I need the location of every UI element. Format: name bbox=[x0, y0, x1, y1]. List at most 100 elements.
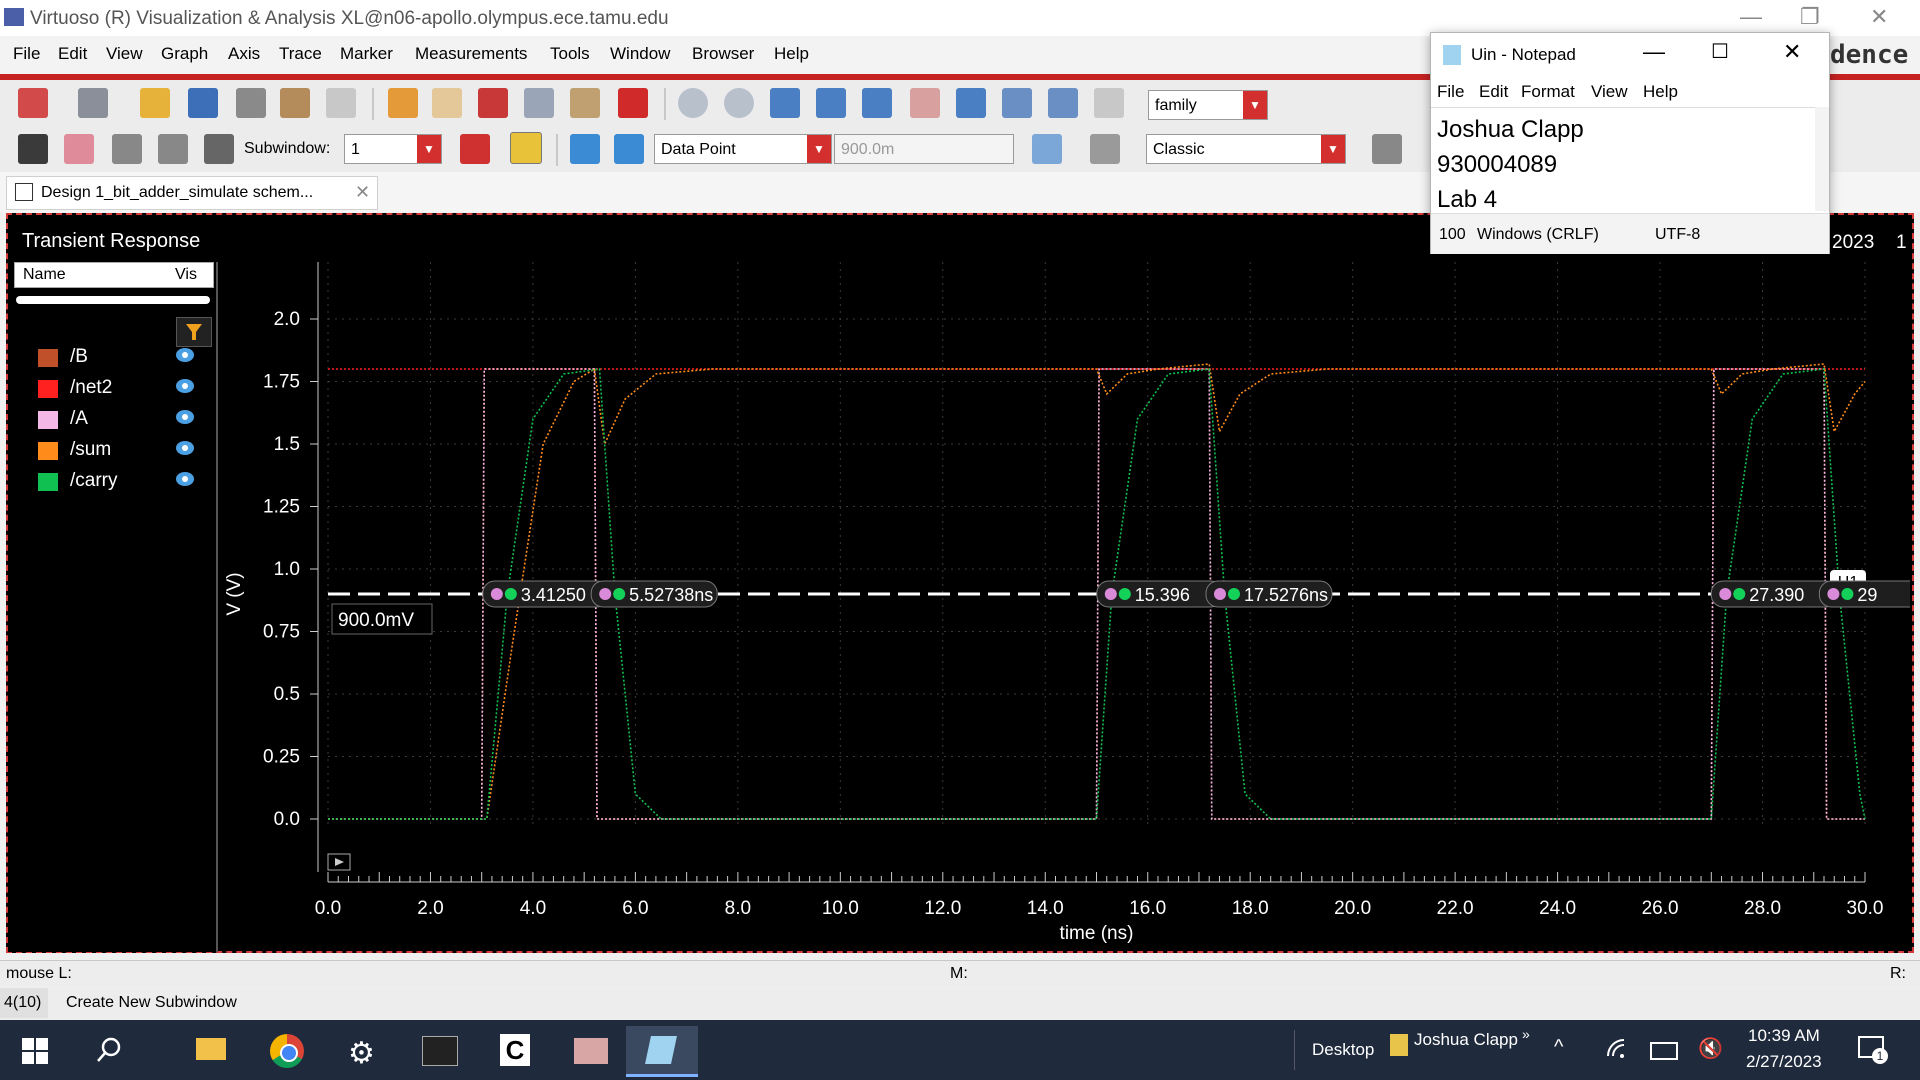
clock-date[interactable]: 2/27/2023 bbox=[1746, 1052, 1822, 1072]
menu-graph[interactable]: Graph bbox=[161, 44, 208, 64]
zoom-in-icon[interactable] bbox=[816, 88, 846, 118]
notepad-menu-view[interactable]: View bbox=[1591, 82, 1628, 102]
zoom-y-icon[interactable] bbox=[1048, 88, 1078, 118]
menu-axis[interactable]: Axis bbox=[228, 44, 260, 64]
redo-icon[interactable] bbox=[432, 88, 462, 118]
marker-value-field[interactable]: 900.0m bbox=[834, 134, 1014, 164]
marker-left-icon[interactable] bbox=[570, 134, 600, 164]
properties-icon[interactable] bbox=[1372, 134, 1402, 164]
chevron-down-icon[interactable]: ▼ bbox=[417, 135, 441, 163]
chevron-down-icon[interactable]: ▼ bbox=[1243, 91, 1267, 119]
menu-browser[interactable]: Browser bbox=[692, 44, 754, 64]
chevron-right-icon[interactable]: » bbox=[1522, 1026, 1530, 1042]
tab-design[interactable]: Design 1_bit_adder_simulate schem... ✕ bbox=[6, 176, 378, 210]
split-icon[interactable] bbox=[158, 134, 188, 164]
notepad-menu-file[interactable]: File bbox=[1437, 82, 1464, 102]
flag-icon[interactable] bbox=[460, 134, 490, 164]
menu-tools[interactable]: Tools bbox=[550, 44, 590, 64]
back-icon[interactable] bbox=[678, 88, 708, 118]
print-icon[interactable] bbox=[236, 88, 266, 118]
visibility-eye-icon[interactable] bbox=[176, 441, 194, 455]
minimize-icon[interactable]: — bbox=[1643, 39, 1665, 65]
stack-icon[interactable] bbox=[112, 134, 142, 164]
marker-right-icon[interactable] bbox=[614, 134, 644, 164]
window-menu-icon[interactable] bbox=[78, 88, 108, 118]
restore-icon[interactable]: ❐ bbox=[1800, 4, 1820, 30]
zoom-out-icon[interactable] bbox=[862, 88, 892, 118]
file-explorer-icon[interactable] bbox=[180, 1026, 240, 1074]
notepad-menu-edit[interactable]: Edit bbox=[1479, 82, 1508, 102]
new-window-icon[interactable] bbox=[18, 88, 48, 118]
notification-icon[interactable]: 1 bbox=[1858, 1036, 1888, 1064]
grid-icon[interactable] bbox=[204, 134, 234, 164]
zoom-icon[interactable] bbox=[770, 88, 800, 118]
notepad-menu-format[interactable]: Format bbox=[1521, 82, 1575, 102]
menu-view[interactable]: View bbox=[106, 44, 143, 64]
menu-window[interactable]: Window bbox=[610, 44, 670, 64]
clock-time[interactable]: 10:39 AM bbox=[1748, 1026, 1820, 1046]
visibility-eye-icon[interactable] bbox=[176, 348, 194, 362]
search-icon[interactable] bbox=[96, 1036, 122, 1062]
forward-icon[interactable] bbox=[724, 88, 754, 118]
zoom-reset-icon[interactable] bbox=[1094, 88, 1124, 118]
menu-measurements[interactable]: Measurements bbox=[415, 44, 527, 64]
menu-trace[interactable]: Trace bbox=[279, 44, 322, 64]
filter-icon[interactable] bbox=[176, 317, 212, 347]
visibility-eye-icon[interactable] bbox=[176, 472, 194, 486]
desktop-label[interactable]: Desktop bbox=[1312, 1040, 1374, 1060]
legend-scrollbar[interactable] bbox=[16, 296, 210, 304]
terminal-icon[interactable] bbox=[408, 1026, 468, 1074]
waveform-icon[interactable] bbox=[280, 88, 310, 118]
chrome-icon[interactable] bbox=[256, 1026, 316, 1074]
visibility-eye-icon[interactable] bbox=[176, 410, 194, 424]
calculator-icon[interactable] bbox=[326, 88, 356, 118]
undo-icon[interactable] bbox=[388, 88, 418, 118]
menu-edit[interactable]: Edit bbox=[58, 44, 87, 64]
chevron-down-icon[interactable]: ▼ bbox=[1321, 135, 1345, 163]
reader-icon[interactable] bbox=[560, 1026, 620, 1074]
cards-icon[interactable] bbox=[64, 134, 94, 164]
copy-icon[interactable] bbox=[524, 88, 554, 118]
minimize-icon[interactable]: — bbox=[1740, 4, 1762, 30]
legend-header-name[interactable]: Name bbox=[23, 266, 66, 284]
user-label[interactable]: Joshua Clapp bbox=[1414, 1030, 1518, 1050]
open-folder-icon[interactable] bbox=[140, 88, 170, 118]
tray-up-icon[interactable]: ^ bbox=[1554, 1036, 1563, 1059]
settings-icon[interactable]: ⚙ bbox=[332, 1026, 392, 1074]
close-tab-icon[interactable]: ✕ bbox=[355, 182, 370, 203]
wifi-icon[interactable] bbox=[1606, 1038, 1628, 1060]
notepad-taskbar-icon[interactable] bbox=[626, 1026, 698, 1077]
pan-icon[interactable] bbox=[910, 88, 940, 118]
menu-help[interactable]: Help bbox=[774, 44, 809, 64]
close-icon[interactable]: ✕ bbox=[1783, 39, 1801, 65]
family-combo[interactable]: family ▼ bbox=[1148, 90, 1268, 120]
battery-icon[interactable] bbox=[1650, 1042, 1678, 1060]
legend-header-vis[interactable]: Vis bbox=[175, 266, 197, 284]
cadence-icon[interactable]: C bbox=[484, 1026, 544, 1074]
zoom-x-icon[interactable] bbox=[1002, 88, 1032, 118]
save-icon[interactable] bbox=[188, 88, 218, 118]
histogram-icon[interactable] bbox=[1032, 134, 1062, 164]
cut-icon[interactable] bbox=[478, 88, 508, 118]
volume-muted-icon[interactable]: 🔇 bbox=[1698, 1036, 1723, 1061]
chart-area[interactable]: 2.0 1.75 1.5 1.25 1.0 0.75 0.5 0.25 0.0 V (V) 0.0 2… bbox=[220, 262, 1910, 952]
calculator-icon[interactable] bbox=[1090, 134, 1120, 164]
subwindow-combo[interactable]: 1 ▼ bbox=[344, 134, 442, 164]
style-combo[interactable]: Classic ▼ bbox=[1146, 134, 1346, 164]
windows-start-icon[interactable] bbox=[22, 1038, 48, 1064]
info-icon[interactable] bbox=[510, 132, 542, 164]
paste-icon[interactable] bbox=[570, 88, 600, 118]
marker-mode-combo[interactable]: Data Point ▼ bbox=[654, 134, 832, 164]
chevron-down-icon[interactable]: ▼ bbox=[807, 135, 831, 163]
menu-file[interactable]: File bbox=[13, 44, 40, 64]
visibility-eye-icon[interactable] bbox=[176, 379, 194, 393]
fit-icon[interactable] bbox=[956, 88, 986, 118]
magic-wand-icon[interactable] bbox=[18, 134, 48, 164]
notepad-scrollbar[interactable] bbox=[1815, 107, 1829, 211]
menu-marker[interactable]: Marker bbox=[340, 44, 393, 64]
close-icon[interactable]: ✕ bbox=[1870, 4, 1888, 30]
maximize-icon[interactable]: ☐ bbox=[1711, 39, 1729, 64]
notepad-editor[interactable]: Joshua Clapp 930004089 Lab 4 bbox=[1431, 107, 1815, 213]
notepad-menu-help[interactable]: Help bbox=[1643, 82, 1678, 102]
delete-icon[interactable] bbox=[618, 88, 648, 118]
